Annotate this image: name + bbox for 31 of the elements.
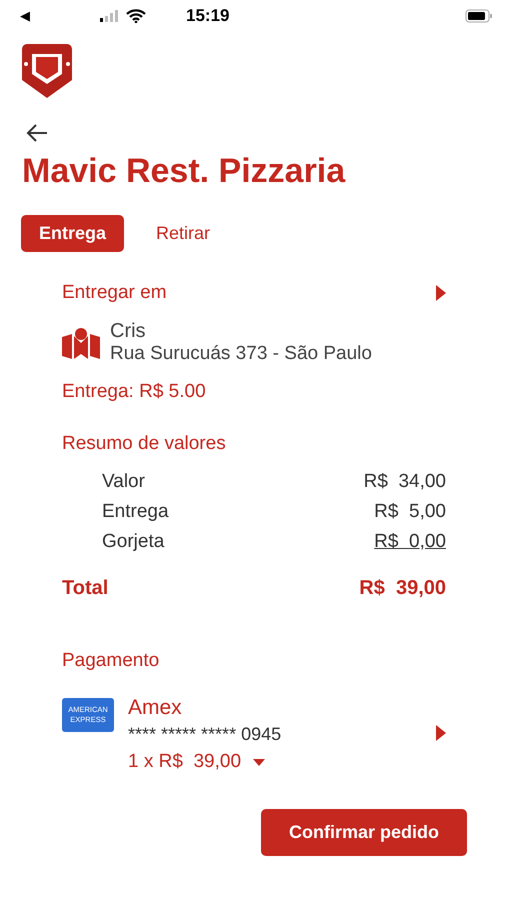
summary-value: R$ 34,00 <box>364 471 446 493</box>
summary-label: Valor <box>102 471 145 493</box>
back-indicator: ◀ <box>20 8 31 24</box>
tab[interactable]: Entrega <box>21 215 124 252</box>
summary-label: Gorjeta <box>102 531 164 553</box>
recipient-name: Cris <box>110 320 147 343</box>
delivery-address: Rua Surucuás 373 - São Paulo <box>110 343 372 365</box>
card-number: **** ***** ***** 0945 <box>128 724 282 745</box>
section-heading: Pagamento <box>62 650 160 672</box>
caret-right-icon[interactable] <box>436 724 446 740</box>
tab[interactable]: Retirar <box>138 215 228 252</box>
summary-label: Entrega <box>102 501 169 523</box>
battery-icon <box>465 9 493 23</box>
section-heading: Entregar em <box>62 282 167 304</box>
caret-right-icon[interactable] <box>436 285 446 301</box>
total-label: Total <box>62 577 108 600</box>
wifi-icon <box>126 9 146 23</box>
section-heading: Resumo de valores <box>62 433 227 455</box>
total-value: R$ 39,00 <box>359 577 446 600</box>
restaurant-title: Mavic Rest. Pizzaria <box>22 152 346 191</box>
delivery-fee: Entrega: R$ 5.00 <box>62 381 207 403</box>
summary-value[interactable]: R$ 0,00 <box>374 531 446 553</box>
card-brand: Amex <box>128 696 183 720</box>
installments-dropdown[interactable]: 1 x R$ 39,00 <box>128 751 446 773</box>
confirm-button[interactable]: Confirmar pedido <box>260 809 467 856</box>
shield-logo-icon <box>22 44 72 98</box>
caret-down-icon <box>253 758 266 766</box>
back-arrow-icon[interactable] <box>26 124 48 142</box>
summary-value: R$ 5,00 <box>374 501 446 523</box>
clock-time: 15:19 <box>186 6 230 26</box>
map-pin-icon <box>62 326 100 358</box>
